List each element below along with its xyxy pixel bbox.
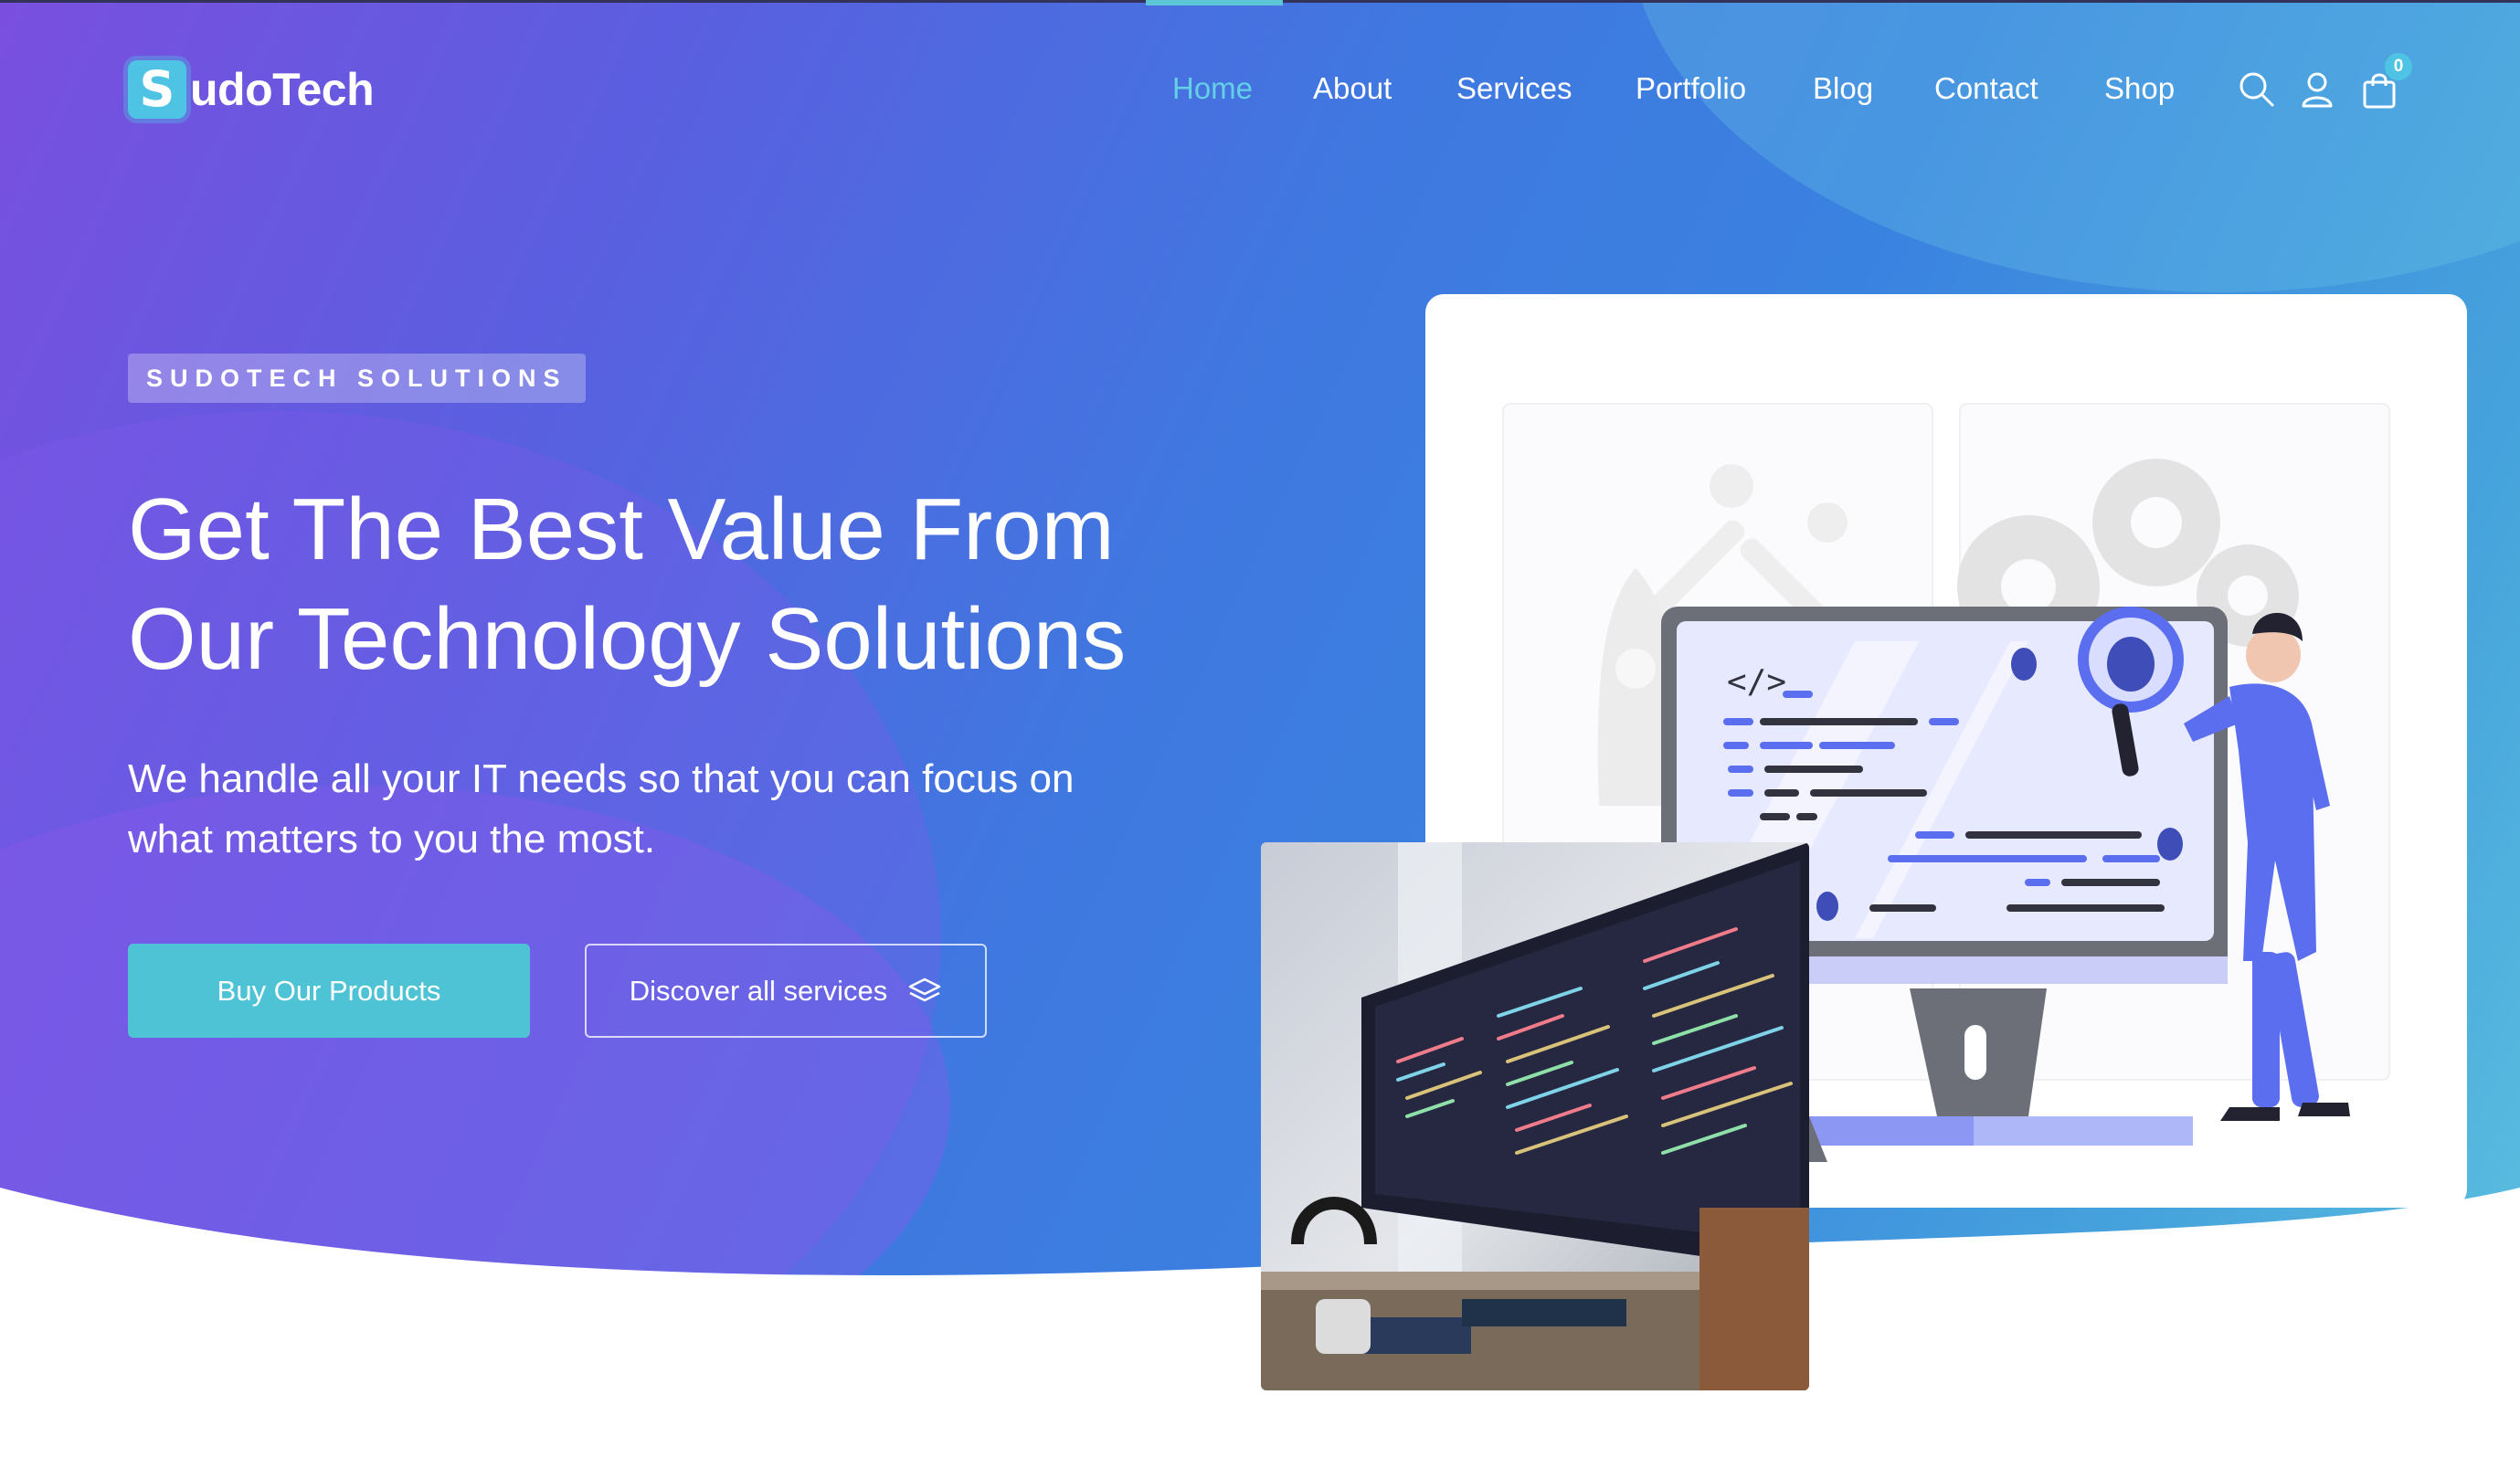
nav-item-services[interactable]: Services (1456, 71, 1572, 106)
logo-wordmark: udoTech (190, 64, 375, 115)
logo-letter: S (139, 60, 175, 118)
nav-item-shop[interactable]: Shop (2104, 71, 2175, 106)
search-icon[interactable] (2239, 71, 2275, 108)
buy-products-label: Buy Our Products (217, 974, 441, 1007)
user-icon[interactable] (2299, 71, 2335, 108)
hero-subtext-line1: We handle all your IT needs so that you … (128, 756, 1075, 801)
nav-item-home[interactable]: Home (1172, 71, 1253, 106)
active-nav-indicator (1146, 0, 1283, 5)
hero-subtext: We handle all your IT needs so that you … (128, 749, 1188, 870)
bg-blob-top-right (1626, 0, 2520, 292)
discover-services-label: Discover all services (629, 974, 888, 1007)
code-monitor-photo-image (1261, 842, 1809, 1390)
hero-headline: Get The Best Value From Our Technology S… (128, 475, 1316, 694)
nav-item-portfolio[interactable]: Portfolio (1636, 71, 1746, 106)
nav-item-blog[interactable]: Blog (1813, 71, 1873, 106)
cart-count-badge: 0 (2385, 53, 2412, 80)
discover-services-button[interactable]: Discover all services (585, 944, 987, 1038)
nav-item-about[interactable]: About (1313, 71, 1392, 106)
hero-subtext-line2: what matters to you the most. (128, 817, 656, 861)
nav-item-contact[interactable]: Contact (1934, 71, 2038, 106)
hero-tagline-badge: SUDOTECH SOLUTIONS (128, 354, 586, 403)
hero-headline-line1: Get The Best Value From (128, 481, 1115, 578)
code-monitor-photo (1261, 842, 1809, 1390)
hero-headline-line2: Our Technology Solutions (128, 590, 1127, 688)
site-logo[interactable]: S udoTech (128, 60, 375, 119)
code-tag-label: </> (1727, 663, 1786, 701)
chip-logo-icon: S (128, 60, 186, 119)
buy-products-button[interactable]: Buy Our Products (128, 944, 530, 1038)
layers-icon (909, 977, 941, 1001)
